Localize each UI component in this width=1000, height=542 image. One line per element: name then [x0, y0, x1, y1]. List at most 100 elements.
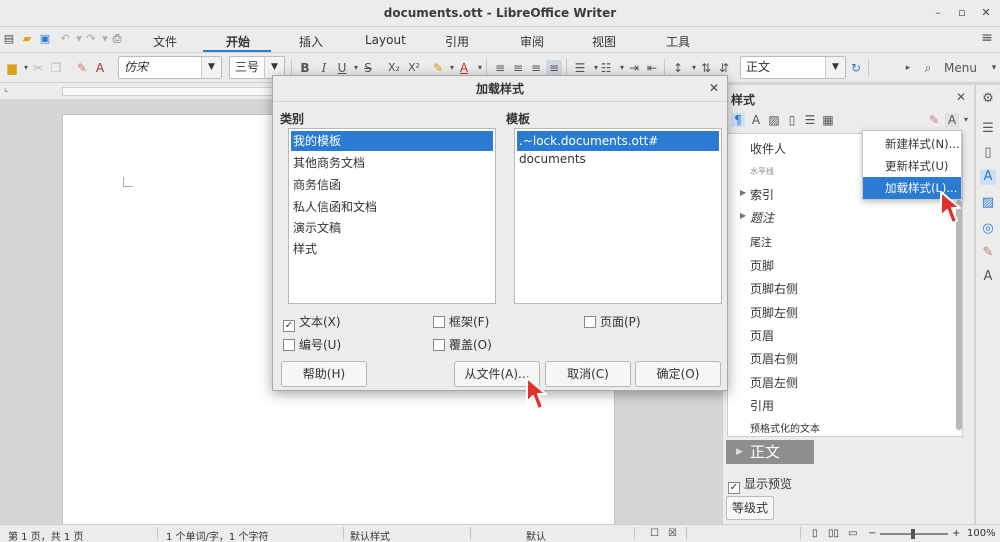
gear-icon[interactable]: ⚙: [980, 91, 996, 107]
language[interactable]: 默认: [526, 528, 546, 542]
page-icon[interactable]: ▯: [980, 145, 996, 161]
align-left-icon[interactable]: ≡: [492, 60, 508, 76]
open-folder-icon[interactable]: ▰: [20, 32, 34, 46]
align-right-icon[interactable]: ≡: [528, 60, 544, 76]
template-list[interactable]: .~lock.documents.ott# documents: [514, 128, 722, 304]
design-icon[interactable]: A: [980, 269, 996, 285]
ok-button[interactable]: 确定(O): [635, 361, 721, 387]
checkbox-icon[interactable]: ✓: [283, 320, 295, 332]
cancel-button[interactable]: 取消(C): [545, 361, 631, 387]
zoom-out-icon[interactable]: −: [868, 528, 876, 539]
tab-references[interactable]: 引用: [445, 33, 469, 50]
align-center-icon[interactable]: ≡: [510, 60, 526, 76]
paragraph-style-combo[interactable]: 正文 ▼: [740, 56, 846, 79]
list-item[interactable]: 水平线: [750, 166, 774, 177]
help-button[interactable]: 帮助(H): [281, 361, 367, 387]
table-styles-icon[interactable]: ▦: [821, 113, 835, 127]
decrease-indent-icon[interactable]: ⇤: [644, 60, 660, 76]
clone-formatting-icon[interactable]: ✎: [74, 60, 90, 76]
line-spacing-icon[interactable]: ↕: [670, 60, 686, 76]
undo-icon[interactable]: ↶: [58, 32, 72, 46]
page-count[interactable]: 第 1 页，共 1 页: [8, 528, 83, 542]
minimize-icon[interactable]: –: [930, 5, 946, 21]
list-item[interactable]: 预格式化的文本: [750, 420, 820, 435]
expand-arrow-icon[interactable]: ▶: [740, 211, 746, 220]
style-actions-icon[interactable]: A: [945, 113, 959, 127]
navigator-icon[interactable]: ⌕: [920, 60, 936, 76]
menu-button[interactable]: Menu: [944, 60, 984, 76]
update-style-menu-item[interactable]: 更新样式(U): [863, 155, 961, 177]
list-item[interactable]: 样式: [291, 239, 493, 259]
menu-dropdown-icon[interactable]: ▾: [986, 60, 1000, 76]
list-item[interactable]: 收件人: [750, 140, 786, 157]
more-options-icon[interactable]: ▸: [900, 60, 916, 76]
zoom-slider-knob[interactable]: [911, 529, 915, 539]
list-item[interactable]: 演示文稿: [291, 218, 493, 238]
frame-styles-icon[interactable]: ▨: [767, 113, 781, 127]
word-count[interactable]: 1 个单词/字，1 个字符: [166, 528, 268, 542]
tab-layout[interactable]: Layout: [365, 33, 406, 47]
list-item[interactable]: ▶ 题注: [740, 209, 774, 226]
italic-button[interactable]: I: [316, 60, 332, 76]
styles-icon[interactable]: A: [980, 169, 996, 185]
checkbox-icon[interactable]: [584, 316, 596, 328]
fill-format-icon[interactable]: ✎: [927, 113, 941, 127]
insert-mode-icon[interactable]: ☐: [650, 528, 659, 539]
style-filter-combo[interactable]: 等级式: [726, 496, 774, 520]
chevron-down-icon[interactable]: ▼: [201, 57, 221, 78]
tab-file[interactable]: 文件: [153, 33, 177, 50]
clear-formatting-icon[interactable]: A: [92, 60, 108, 76]
tab-home[interactable]: 开始: [226, 33, 250, 50]
list-item[interactable]: documents: [517, 149, 719, 169]
bold-button[interactable]: B: [297, 60, 313, 76]
list-item[interactable]: 引用: [750, 397, 774, 414]
list-item[interactable]: 页脚右侧: [750, 280, 798, 297]
increase-indent-icon[interactable]: ⇥: [626, 60, 642, 76]
print-icon[interactable]: ⎙: [110, 32, 124, 46]
frame-checkbox[interactable]: 框架(F): [433, 313, 489, 330]
list-item[interactable]: 我的模板: [291, 131, 493, 151]
font-name-combo[interactable]: 仿宋 ▼: [118, 56, 222, 79]
show-preview-checkbox[interactable]: ✓ 显示预览: [728, 475, 792, 494]
list-item[interactable]: 页眉: [750, 327, 774, 344]
strikethrough-button[interactable]: S: [360, 60, 376, 76]
text-checkbox[interactable]: ✓ 文本(X): [283, 313, 341, 332]
properties-icon[interactable]: ☰: [980, 121, 996, 137]
tab-stop-icon[interactable]: ⌞: [4, 84, 8, 94]
justify-icon[interactable]: ≡: [546, 60, 562, 76]
character-styles-icon[interactable]: A: [749, 113, 763, 127]
page-checkbox[interactable]: 页面(P): [584, 313, 641, 330]
list-item[interactable]: 页眉右侧: [750, 350, 798, 367]
document-modified-icon[interactable]: ☒: [668, 528, 677, 539]
copy-icon[interactable]: ❐: [48, 60, 64, 76]
maximize-icon[interactable]: ▫: [954, 5, 970, 21]
overwrite-checkbox[interactable]: 覆盖(O): [433, 336, 492, 353]
checkbox-icon[interactable]: [433, 316, 445, 328]
chevron-down-icon[interactable]: ▼: [825, 57, 845, 78]
list-item[interactable]: 页脚左侧: [750, 304, 798, 321]
close-icon[interactable]: ✕: [956, 90, 966, 104]
hamburger-menu-icon[interactable]: ≡: [980, 31, 994, 45]
category-list[interactable]: 我的模板 其他商务文档 商务信函 私人信函和文档 演示文稿 样式: [288, 128, 496, 304]
tab-tools[interactable]: 工具: [666, 33, 690, 50]
paragraph-styles-icon[interactable]: ¶: [731, 113, 745, 127]
checkbox-icon[interactable]: [283, 339, 295, 351]
paragraph-spacing-icon[interactable]: ⇅: [698, 60, 714, 76]
list-item[interactable]: 商务信函: [291, 175, 493, 195]
close-icon[interactable]: ✕: [709, 81, 719, 95]
multi-page-view-icon[interactable]: ▯▯: [828, 528, 839, 539]
manage-changes-icon[interactable]: ✎: [980, 245, 996, 261]
navigator-icon[interactable]: ◎: [980, 221, 996, 237]
checkbox-icon[interactable]: ✓: [728, 482, 740, 494]
list-item[interactable]: 尾注: [750, 234, 772, 250]
list-styles-icon[interactable]: ☰: [803, 113, 817, 127]
style-list-scrollbar[interactable]: [956, 200, 962, 430]
tab-review[interactable]: 审阅: [520, 33, 544, 50]
single-page-view-icon[interactable]: ▯: [812, 528, 818, 539]
tab-view[interactable]: 视图: [592, 33, 616, 50]
page-style[interactable]: 默认样式: [350, 528, 390, 542]
cut-icon[interactable]: ✂: [30, 60, 46, 76]
page-styles-icon[interactable]: ▯: [785, 113, 799, 127]
zoom-level[interactable]: 100%: [967, 528, 996, 539]
tab-insert[interactable]: 插入: [299, 33, 323, 50]
